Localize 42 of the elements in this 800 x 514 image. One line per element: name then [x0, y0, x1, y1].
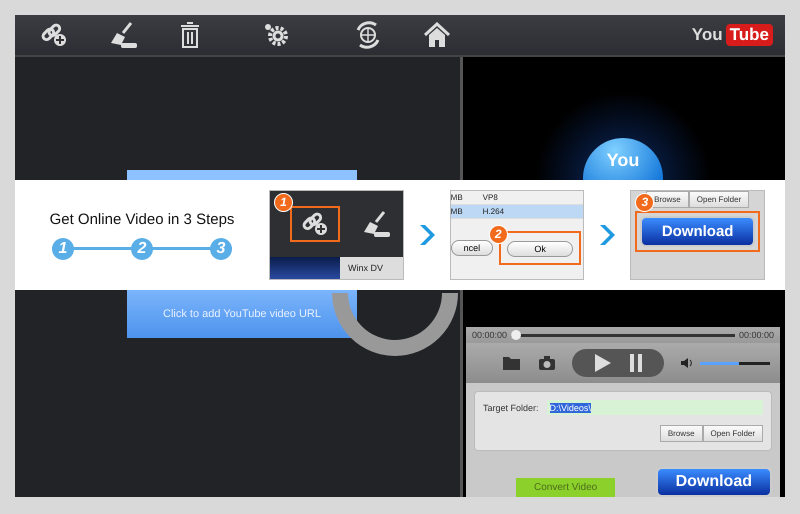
step-number: 3	[210, 238, 232, 260]
download-button[interactable]: Download	[640, 216, 756, 247]
seek-thumb[interactable]	[511, 330, 522, 340]
volume-slider[interactable]	[700, 362, 770, 364]
cancel-button[interactable]: ncel	[450, 240, 494, 256]
home-icon[interactable]	[423, 22, 451, 48]
ok-button[interactable]: Ok	[507, 241, 574, 257]
chevron-icon	[418, 223, 436, 247]
step-badge: 3	[635, 193, 654, 212]
settings-icon[interactable]	[263, 22, 291, 48]
table-cell-text: H.264	[482, 206, 504, 218]
video-strip	[270, 257, 340, 279]
folder-button[interactable]: Open Folder	[688, 191, 750, 208]
table-cell-text: VP8	[482, 192, 498, 204]
banner-title: Get Online Video in 3 Steps	[50, 210, 234, 228]
target-folder-label: Target Folder:	[483, 402, 539, 412]
step-number: 2	[131, 238, 153, 260]
brush-icon	[362, 210, 392, 238]
folder-button[interactable]: Browse	[660, 425, 703, 442]
table-cell-text: MB	[450, 206, 464, 218]
download-button[interactable]: Download	[656, 467, 772, 497]
time-elapsed: 00:00:00	[472, 330, 508, 340]
step-badge: 2	[488, 225, 508, 244]
app-name-text: Winx DV	[348, 263, 384, 273]
table-cell-text: MB	[450, 192, 464, 204]
youtube-logo[interactable]: You Tube	[692, 24, 773, 46]
table-row[interactable]: MB H.264	[450, 205, 584, 219]
step-number: 1	[52, 238, 74, 260]
brush-icon[interactable]	[109, 21, 139, 49]
trash-icon[interactable]	[179, 21, 201, 49]
logo-text: You	[692, 25, 723, 45]
folder-button[interactable]: Open Folder	[702, 425, 763, 442]
volume-icon[interactable]	[680, 357, 694, 369]
target-folder-field[interactable]: D:\Videos\	[546, 400, 763, 415]
link-add-icon[interactable]	[39, 22, 69, 48]
globe-logo: You	[583, 138, 663, 180]
step-badge: 1	[274, 193, 294, 212]
chevron-icon	[598, 223, 616, 247]
camera-icon[interactable]	[538, 355, 556, 371]
folder-icon[interactable]	[502, 355, 522, 371]
logo-text-badge: Tube	[726, 24, 773, 46]
time-total: 00:00:00	[738, 330, 774, 340]
